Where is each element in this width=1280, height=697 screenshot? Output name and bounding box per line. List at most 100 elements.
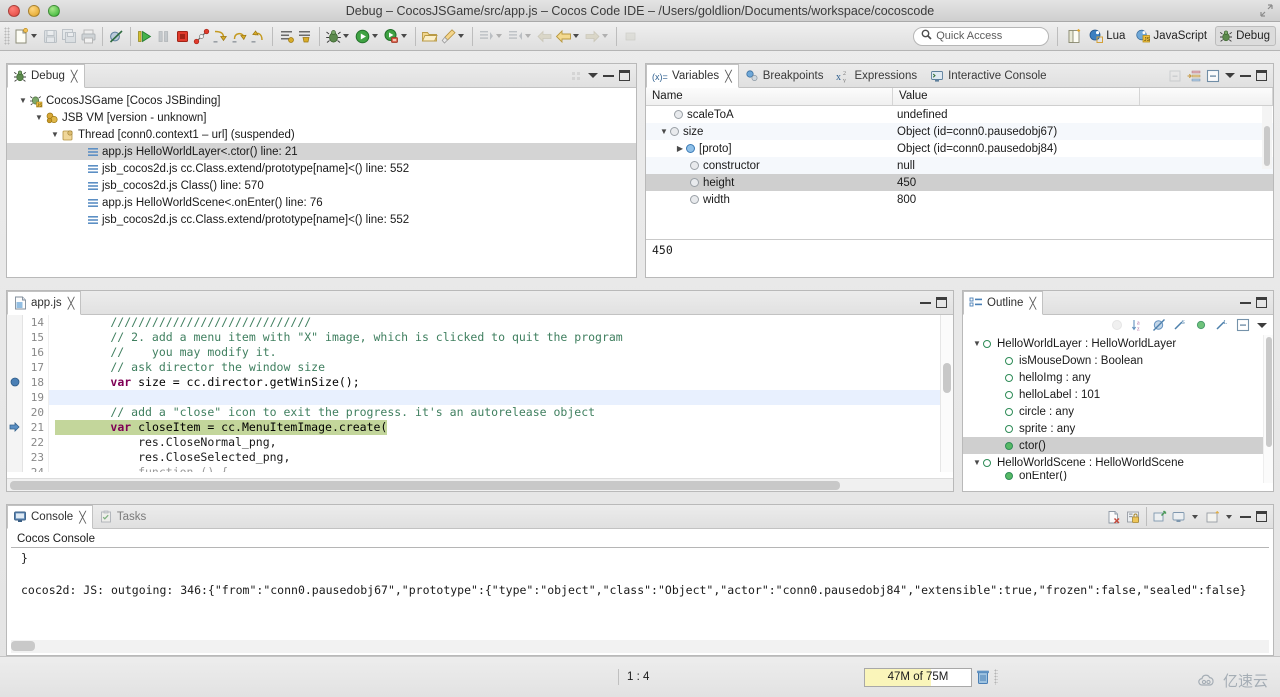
twisty-icon[interactable]: ▶	[674, 144, 686, 153]
quick-access-field[interactable]: Quick Access	[913, 26, 1050, 46]
previous-annotation-button[interactable]	[506, 25, 535, 47]
console-output[interactable]: } cocos2d: JS: outgoing: 346:{"from":"co…	[11, 547, 1269, 643]
last-edit-location-button[interactable]	[554, 25, 583, 47]
close-icon[interactable]: ╳	[79, 511, 86, 524]
editor-vertical-scrollbar[interactable]	[940, 315, 953, 472]
step-return-button[interactable]	[249, 25, 268, 47]
editor-marker-gutter[interactable]	[7, 315, 23, 472]
chevron-down-icon[interactable]	[372, 34, 378, 38]
table-row[interactable]: ▼ size Object (id=conn0.pausedobj67)	[646, 123, 1273, 140]
open-console-icon[interactable]	[1206, 510, 1220, 524]
outline-row[interactable]: helloLabel : 101	[963, 386, 1273, 403]
outline-row[interactable]: helloImg : any	[963, 369, 1273, 386]
open-resource-button[interactable]	[420, 25, 439, 47]
chevron-down-icon[interactable]	[602, 34, 608, 38]
step-over-button[interactable]	[230, 25, 249, 47]
chevron-down-icon[interactable]	[1226, 514, 1232, 519]
perspective-debug[interactable]: Debug	[1215, 26, 1276, 46]
scrollbar-thumb[interactable]	[10, 481, 840, 490]
pin-console-icon[interactable]	[1153, 509, 1167, 524]
tree-row[interactable]: ▼ JS CocosJSGame [Cocos JSBinding]	[7, 92, 636, 109]
tab-interactive-console[interactable]: Interactive Console	[924, 64, 1053, 87]
tree-row[interactable]: ▼ Thread [conn0.context1 – url] (suspend…	[7, 126, 636, 143]
outline-scrollbar[interactable]	[1263, 335, 1273, 483]
tree-row[interactable]: app.js HelloWorldLayer<.ctor() line: 21	[7, 143, 636, 160]
hide-nonpublic-icon[interactable]	[1152, 318, 1166, 332]
twisty-icon[interactable]: ▼	[658, 127, 670, 136]
perspective-lua[interactable]: Lua	[1086, 27, 1130, 45]
chevron-down-icon[interactable]	[573, 34, 579, 38]
view-menu-icon[interactable]	[588, 73, 598, 78]
use-step-filters-button[interactable]	[296, 25, 315, 47]
status-grip[interactable]	[994, 669, 998, 685]
remove-launch-icon[interactable]	[1107, 510, 1121, 524]
tree-row[interactable]: jsb_cocos2d.js cc.Class.extend/prototype…	[7, 160, 636, 177]
tab-outline[interactable]: Outline ╳	[963, 291, 1044, 315]
collapse-all-icon[interactable]	[1236, 318, 1250, 332]
drop-to-frame-button[interactable]	[277, 25, 296, 47]
breakpoint-marker-icon[interactable]	[7, 375, 22, 390]
twisty-icon[interactable]: ▼	[7, 130, 61, 139]
variable-detail-pane[interactable]: 450	[646, 239, 1273, 277]
scrollbar-thumb[interactable]	[943, 363, 951, 393]
hide-static-icon[interactable]: S	[1173, 318, 1187, 332]
tab-app-js[interactable]: app.js ╳	[7, 291, 82, 315]
column-header-extra[interactable]	[1140, 88, 1273, 105]
maximize-icon[interactable]	[1256, 70, 1267, 81]
save-button[interactable]	[41, 25, 60, 47]
close-icon[interactable]: ╳	[71, 70, 78, 83]
maximize-icon[interactable]	[1256, 297, 1267, 308]
outline-row[interactable]: sprite : any	[963, 420, 1273, 437]
outline-row[interactable]: isMouseDown : Boolean	[963, 352, 1273, 369]
pin-editor-button[interactable]	[621, 25, 640, 47]
tab-expressions[interactable]: x2y Expressions	[830, 64, 924, 87]
show-logical-structure-icon[interactable]	[1187, 69, 1201, 83]
lock-scroll-icon[interactable]	[1126, 510, 1140, 524]
fullscreen-icon[interactable]	[1260, 4, 1274, 18]
twisty-icon[interactable]: ▼	[7, 113, 45, 122]
maximize-icon[interactable]	[1256, 511, 1267, 522]
table-row[interactable]: width 800	[646, 191, 1273, 208]
tree-row[interactable]: app.js HelloWorldScene<.onEnter() line: …	[7, 194, 636, 211]
tab-console[interactable]: Console ╳	[7, 505, 93, 529]
tree-row[interactable]: ▼ JSB VM [version - unknown]	[7, 109, 636, 126]
hide-local-icon[interactable]: L	[1215, 318, 1229, 332]
chevron-down-icon[interactable]	[496, 34, 502, 38]
tree-row[interactable]: jsb_cocos2d.js Class() line: 570	[7, 177, 636, 194]
new-file-button[interactable]	[12, 25, 41, 47]
minimize-icon[interactable]	[1240, 301, 1251, 304]
minimize-icon[interactable]	[1240, 74, 1251, 77]
focus-icon[interactable]	[1110, 318, 1124, 332]
chevron-down-icon[interactable]	[401, 34, 407, 38]
minimize-icon[interactable]	[1240, 515, 1251, 518]
tab-variables[interactable]: (x)= Variables ╳	[646, 64, 739, 88]
view-menu-icon[interactable]	[1257, 322, 1267, 328]
display-console-icon[interactable]	[1172, 510, 1186, 524]
twisty-icon[interactable]: ▼	[7, 96, 29, 105]
collapse-all-icon[interactable]	[1168, 69, 1182, 83]
heap-status-indicator[interactable]: 47M of 75M	[864, 667, 972, 687]
open-perspective-icon[interactable]	[1066, 28, 1083, 45]
scrollbar-thumb[interactable]	[1264, 126, 1270, 166]
debug-history-button[interactable]	[324, 25, 353, 47]
console-horizontal-scrollbar[interactable]	[11, 640, 1269, 653]
outline-row[interactable]: circle : any	[963, 403, 1273, 420]
chevron-down-icon[interactable]	[458, 34, 464, 38]
pin-icon[interactable]	[569, 69, 583, 83]
trash-icon[interactable]	[976, 669, 990, 685]
step-into-button[interactable]	[211, 25, 230, 47]
hide-fields-icon[interactable]	[1194, 318, 1208, 332]
save-all-button[interactable]	[60, 25, 79, 47]
table-row[interactable]: height 450	[646, 174, 1273, 191]
run-history-button[interactable]	[353, 25, 382, 47]
back-button[interactable]	[535, 25, 554, 47]
sort-icon[interactable]: a z	[1131, 318, 1145, 333]
chevron-down-icon[interactable]	[31, 34, 37, 38]
table-row[interactable]: constructor null	[646, 157, 1273, 174]
tree-row[interactable]: jsb_cocos2d.js cc.Class.extend/prototype…	[7, 211, 636, 228]
perspective-javascript[interactable]: JS JavaScript	[1133, 27, 1212, 45]
twisty-icon[interactable]: ▼	[971, 339, 983, 348]
tab-breakpoints[interactable]: Breakpoints	[739, 64, 831, 87]
scrollbar-thumb[interactable]	[1265, 337, 1272, 447]
editor-horizontal-scrollbar[interactable]	[7, 478, 953, 491]
